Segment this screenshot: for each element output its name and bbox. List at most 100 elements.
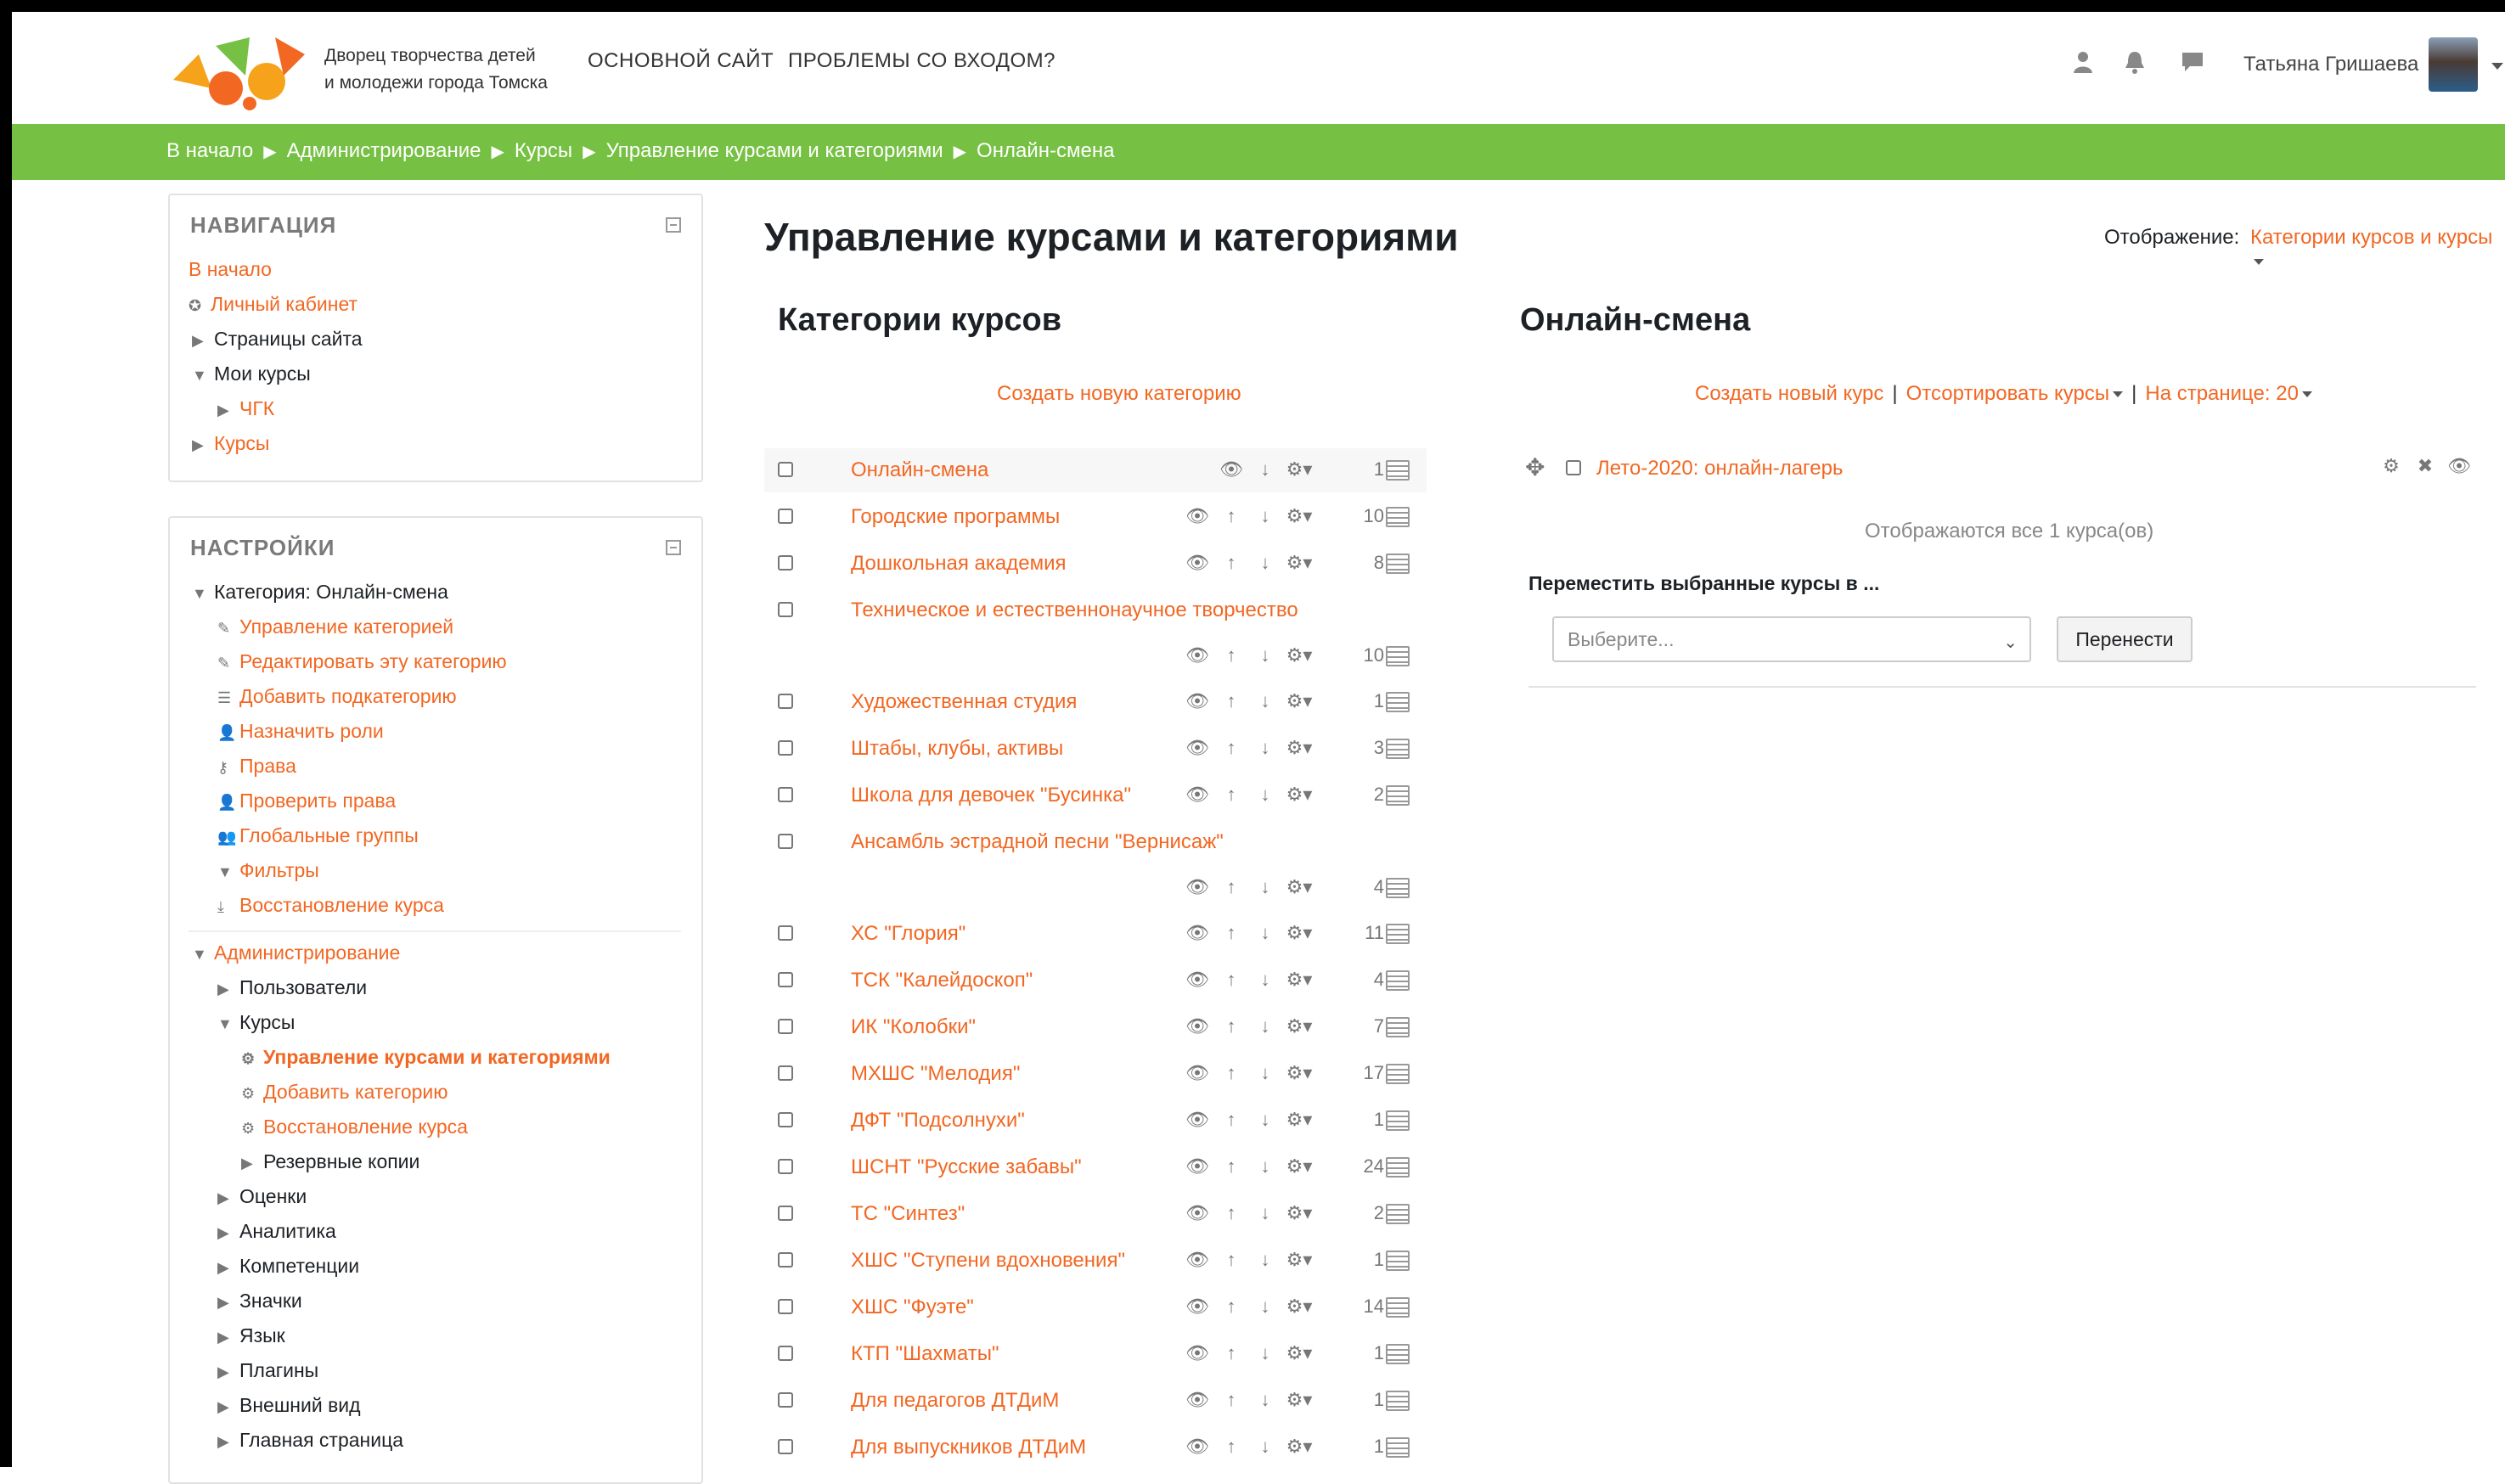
move-up-icon[interactable]: ↑ bbox=[1214, 1436, 1248, 1458]
admin-language[interactable]: ▶ Язык bbox=[217, 1324, 285, 1347]
category-link[interactable]: Школа для девочек "Бусинка" bbox=[851, 784, 1131, 807]
eye-icon[interactable]: 👁 bbox=[1180, 1109, 1214, 1131]
settings-check-permissions[interactable]: 👤 Проверить права bbox=[217, 790, 396, 812]
move-down-icon[interactable]: ↓ bbox=[1248, 505, 1282, 527]
move-down-icon[interactable]: ↓ bbox=[1248, 552, 1282, 574]
move-down-icon[interactable]: ↓ bbox=[1248, 876, 1282, 898]
category-checkbox[interactable] bbox=[778, 1206, 793, 1221]
category-link[interactable]: МХШС "Мелодия" bbox=[851, 1062, 1020, 1086]
eye-icon[interactable]: 👁 bbox=[1180, 644, 1214, 666]
admin-manage-courses[interactable]: ⚙ Управление курсами и категориями bbox=[241, 1046, 611, 1069]
gear-icon[interactable]: ⚙▾ bbox=[1282, 1436, 1316, 1458]
settings-filters[interactable]: ▼ Фильтры bbox=[217, 859, 319, 882]
category-checkbox[interactable] bbox=[778, 509, 793, 524]
eye-icon[interactable]: 👁 bbox=[1180, 552, 1214, 574]
move-down-icon[interactable]: ↓ bbox=[1248, 1015, 1282, 1037]
eye-icon[interactable]: 👁 bbox=[1180, 1202, 1214, 1224]
category-link[interactable]: Городские программы bbox=[851, 505, 1060, 529]
eye-icon[interactable]: 👁 bbox=[1180, 737, 1214, 759]
breadcrumb-current[interactable]: Онлайн-смена bbox=[977, 139, 1114, 163]
gear-icon[interactable]: ⚙▾ bbox=[1282, 876, 1316, 898]
category-link[interactable]: Онлайн-смена bbox=[851, 458, 988, 482]
category-checkbox[interactable] bbox=[778, 1112, 793, 1127]
category-link[interactable]: ДФТ "Подсолнухи" bbox=[851, 1109, 1025, 1133]
category-checkbox[interactable] bbox=[778, 1392, 793, 1408]
nav-my-courses[interactable]: ▼ Мои курсы bbox=[192, 363, 311, 385]
move-down-icon[interactable]: ↓ bbox=[1248, 1436, 1282, 1458]
move-down-icon[interactable]: ↓ bbox=[1248, 690, 1282, 712]
eye-icon[interactable]: 👁 bbox=[1180, 922, 1214, 944]
move-down-icon[interactable]: ↓ bbox=[1248, 1202, 1282, 1224]
eye-icon[interactable]: 👁 bbox=[1180, 505, 1214, 527]
category-checkbox[interactable] bbox=[778, 1019, 793, 1034]
collapse-icon[interactable] bbox=[666, 540, 681, 555]
user-menu-caret-icon[interactable] bbox=[2491, 63, 2503, 70]
breadcrumb-courses[interactable]: Курсы bbox=[515, 139, 572, 163]
admin-appearance[interactable]: ▶ Внешний вид bbox=[217, 1394, 361, 1417]
sort-courses-dropdown[interactable]: Отсортировать курсы bbox=[1906, 382, 2124, 405]
category-link[interactable]: ТСК "Калейдоскоп" bbox=[851, 969, 1033, 992]
eye-icon[interactable]: 👁 bbox=[1180, 690, 1214, 712]
category-link[interactable]: Штабы, клубы, активы bbox=[851, 737, 1063, 761]
category-checkbox[interactable] bbox=[778, 740, 793, 756]
move-down-icon[interactable]: ↓ bbox=[1248, 1389, 1282, 1411]
category-checkbox[interactable] bbox=[778, 602, 793, 617]
move-up-icon[interactable]: ↑ bbox=[1214, 784, 1248, 806]
eye-icon[interactable]: 👁 bbox=[1180, 1342, 1214, 1364]
eye-icon[interactable]: 👁 bbox=[1180, 1015, 1214, 1037]
eye-icon[interactable]: 👁 bbox=[1180, 1296, 1214, 1318]
nav-home[interactable]: В начало bbox=[189, 258, 272, 281]
category-link[interactable]: ТС "Синтез" bbox=[851, 1202, 965, 1226]
move-up-icon[interactable]: ↑ bbox=[1214, 1249, 1248, 1271]
eye-icon[interactable]: 👁 bbox=[1180, 876, 1214, 898]
gear-icon[interactable]: ⚙▾ bbox=[1282, 1249, 1316, 1271]
site-logo[interactable] bbox=[165, 29, 316, 114]
settings-permissions[interactable]: ⚷ Права bbox=[217, 755, 296, 778]
settings-manage-category[interactable]: ✎ Управление категорией bbox=[217, 616, 453, 638]
eye-icon[interactable]: 👁 bbox=[1180, 1436, 1214, 1458]
gear-icon[interactable]: ⚙▾ bbox=[1282, 969, 1316, 991]
move-up-icon[interactable]: ↑ bbox=[1214, 1342, 1248, 1364]
nav-site-pages[interactable]: ▶ Страницы сайта bbox=[192, 328, 363, 351]
category-checkbox[interactable] bbox=[778, 834, 793, 849]
eye-icon[interactable]: 👁 bbox=[1214, 458, 1248, 481]
move-up-icon[interactable]: ↑ bbox=[1214, 969, 1248, 991]
move-up-icon[interactable]: ↑ bbox=[1214, 876, 1248, 898]
collapse-icon[interactable] bbox=[666, 217, 681, 233]
user-icon[interactable] bbox=[2067, 49, 2101, 83]
settings-edit-category[interactable]: ✎ Редактировать эту категорию bbox=[217, 650, 507, 673]
category-link[interactable]: КТП "Шахматы" bbox=[851, 1342, 999, 1366]
move-down-icon[interactable]: ↓ bbox=[1248, 1109, 1282, 1131]
gear-icon[interactable]: ⚙▾ bbox=[1282, 1296, 1316, 1318]
gear-icon[interactable]: ⚙▾ bbox=[1282, 1109, 1316, 1131]
move-up-icon[interactable]: ↑ bbox=[1214, 552, 1248, 574]
move-up-icon[interactable]: ↑ bbox=[1214, 1062, 1248, 1084]
admin-analytics[interactable]: ▶ Аналитика bbox=[217, 1220, 336, 1243]
move-down-icon[interactable]: ↓ bbox=[1248, 1249, 1282, 1271]
nav-login-problems[interactable]: ПРОБЛЕМЫ СО ВХОДОМ? bbox=[788, 49, 1055, 73]
category-link[interactable]: Ансамбль эстрадной песни "Вернисаж" bbox=[851, 830, 1224, 854]
bell-icon[interactable] bbox=[2118, 49, 2152, 83]
admin-courses[interactable]: ▼ Курсы bbox=[217, 1011, 295, 1034]
move-up-icon[interactable]: ↑ bbox=[1214, 690, 1248, 712]
eye-icon[interactable]: 👁 bbox=[1180, 969, 1214, 991]
avatar[interactable] bbox=[2429, 37, 2478, 92]
category-checkbox[interactable] bbox=[778, 462, 793, 477]
move-down-icon[interactable]: ↓ bbox=[1248, 737, 1282, 759]
eye-icon[interactable]: 👁 bbox=[1180, 1062, 1214, 1084]
move-up-icon[interactable]: ↑ bbox=[1214, 922, 1248, 944]
gear-icon[interactable]: ⚙▾ bbox=[1282, 737, 1316, 759]
admin-badges[interactable]: ▶ Значки bbox=[217, 1290, 302, 1313]
messages-icon[interactable] bbox=[2176, 49, 2209, 83]
move-icon[interactable]: ✥ bbox=[1525, 453, 1545, 481]
category-link[interactable]: Техническое и естественнонаучное творчес… bbox=[851, 599, 1298, 622]
gear-icon[interactable]: ⚙▾ bbox=[1282, 1389, 1316, 1411]
move-down-icon[interactable]: ↓ bbox=[1248, 458, 1282, 481]
gear-icon[interactable]: ⚙▾ bbox=[1282, 505, 1316, 527]
admin-frontpage[interactable]: ▶ Главная страница bbox=[217, 1429, 403, 1452]
move-up-icon[interactable]: ↑ bbox=[1214, 1296, 1248, 1318]
admin-competencies[interactable]: ▶ Компетенции bbox=[217, 1255, 359, 1278]
move-down-icon[interactable]: ↓ bbox=[1248, 784, 1282, 806]
eye-icon[interactable]: 👁 bbox=[2442, 455, 2476, 477]
nav-main-site[interactable]: ОСНОВНОЙ САЙТ bbox=[588, 49, 774, 73]
